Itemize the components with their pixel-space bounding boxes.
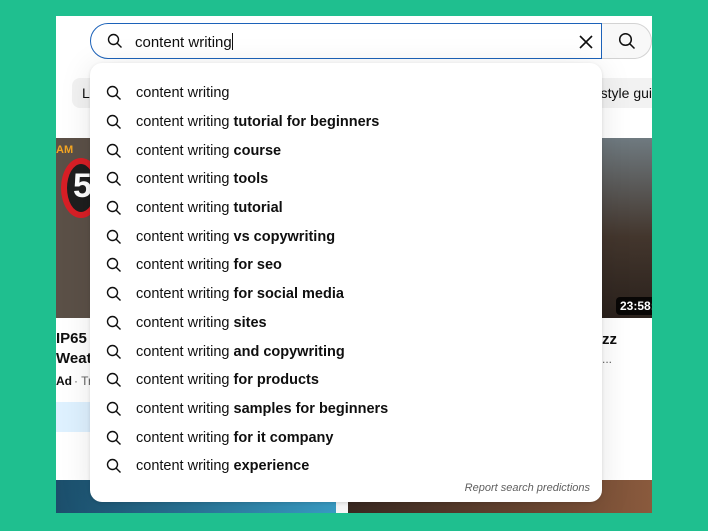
suggestion-text: content writing sites: [136, 314, 267, 331]
search-query-text: content writing: [135, 33, 233, 51]
search-input[interactable]: content writing: [90, 23, 602, 59]
video-meta: ...: [602, 352, 613, 366]
suggestion-text: content writing for products: [136, 372, 319, 389]
suggestion-text: content writing: [136, 85, 230, 102]
suggestion-item[interactable]: content writing for products: [90, 366, 602, 395]
suggestion-text: content writing vs copywriting: [136, 228, 336, 245]
suggestion-text: content writing tutorial: [136, 200, 283, 217]
suggestion-item[interactable]: content writing tutorial for beginners: [90, 108, 602, 137]
search-icon: [106, 315, 121, 330]
search-icon: [106, 459, 121, 474]
suggestion-item[interactable]: content writing for it company: [90, 423, 602, 452]
search-suggestions-dropdown: content writing content writing tutorial …: [90, 63, 602, 502]
suggestion-list: content writing content writing tutorial …: [90, 79, 602, 481]
youtube-window: L rstyle gui AM 5 23:58:3 IP65 I Weath A…: [56, 16, 652, 513]
search-icon: [106, 143, 121, 158]
suggestion-text: content writing tools: [136, 171, 269, 188]
search-icon: [106, 373, 121, 388]
suggestion-text: content writing and copywriting: [136, 343, 345, 360]
suggestion-item[interactable]: content writing for social media: [90, 280, 602, 309]
video-title[interactable]: zz: [602, 331, 617, 348]
video-thumbnail[interactable]: [600, 138, 652, 318]
search-icon: [106, 286, 121, 302]
chip-label: rstyle gui: [596, 85, 652, 101]
report-search-predictions-link[interactable]: Report search predictions: [465, 482, 590, 494]
search-icon: [106, 172, 121, 187]
chip-label: L: [82, 85, 90, 101]
suggestion-text: content writing for it company: [136, 429, 334, 446]
thumbnail-tag: AM: [56, 144, 74, 156]
suggestion-text: content writing tutorial for beginners: [136, 114, 380, 131]
search-icon: [106, 258, 121, 273]
close-icon[interactable]: [577, 33, 595, 56]
ad-badge: Ad: [56, 374, 72, 388]
suggestion-item[interactable]: content writing tools: [90, 165, 602, 194]
suggestion-item[interactable]: content writing samples for beginners: [90, 395, 602, 424]
suggestion-item[interactable]: content writing: [90, 79, 602, 108]
suggestion-item[interactable]: content writing course: [90, 136, 602, 165]
search-icon: [106, 344, 121, 359]
search-icon: [106, 430, 121, 445]
suggestion-item[interactable]: content writing for seo: [90, 251, 602, 280]
suggestion-item[interactable]: content writing vs copywriting: [90, 222, 602, 251]
suggestion-text: content writing samples for beginners: [136, 400, 389, 417]
search-icon: [106, 114, 121, 130]
search-icon: [107, 33, 123, 54]
search-button[interactable]: [602, 23, 652, 59]
video-duration: 23:58:3: [616, 297, 652, 315]
suggestion-item[interactable]: content writing experience: [90, 452, 602, 481]
suggestion-text: content writing for social media: [136, 286, 344, 303]
suggestion-text: content writing for seo: [136, 257, 282, 274]
suggestion-item[interactable]: content writing sites: [90, 309, 602, 338]
search-icon: [106, 200, 121, 216]
search-icon: [106, 86, 121, 101]
suggestion-text: content writing course: [136, 142, 282, 159]
suggestion-text: content writing experience: [136, 458, 310, 475]
search-icon: [106, 401, 121, 416]
search-icon: [106, 229, 121, 244]
suggestion-item[interactable]: content writing and copywriting: [90, 337, 602, 366]
suggestion-item[interactable]: content writing tutorial: [90, 194, 602, 223]
